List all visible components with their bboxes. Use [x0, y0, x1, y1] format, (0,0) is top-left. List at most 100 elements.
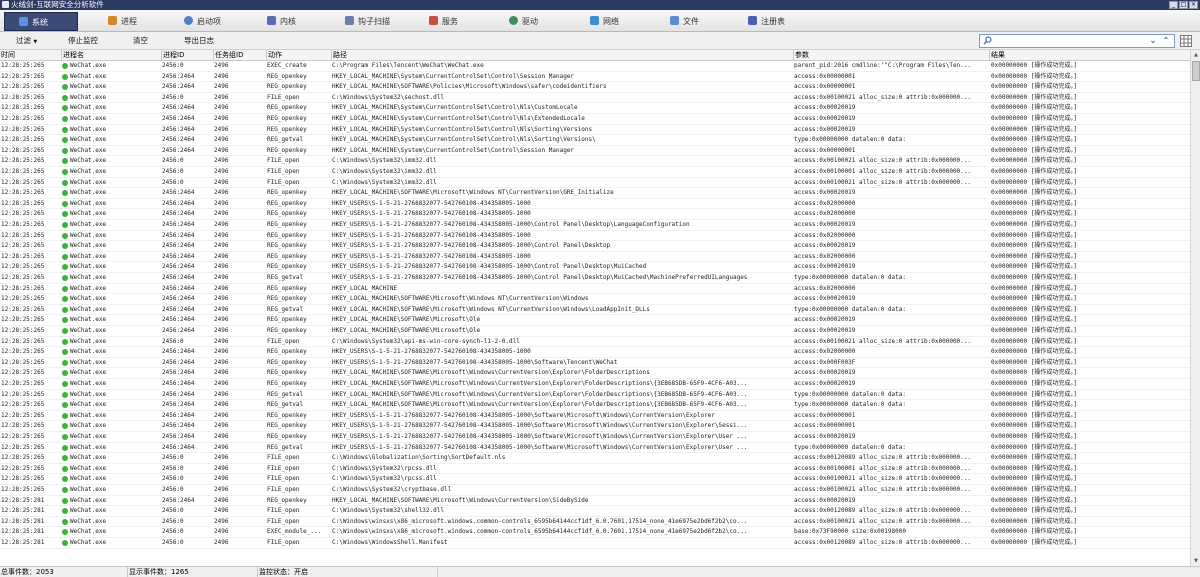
table-row[interactable]: 12:28:25:265 WeChat.exe 2456:2464 2496 REG_o… [0, 326, 1190, 337]
cell-task-group-id: 2496 [214, 83, 229, 91]
table-row[interactable]: 12:28:25:265 WeChat.exe 2456:2464 2496 REG_o… [0, 103, 1190, 114]
maximize-button[interactable]: □ [1179, 1, 1188, 9]
cell-process-id: 2456:2464 [162, 316, 195, 324]
filter-dropdown[interactable]: 过滤 ▼ [16, 32, 37, 50]
table-row[interactable]: 12:28:25:265 WeChat.exe 2456:2464 2496 REG_o… [0, 72, 1190, 83]
column-header-params[interactable]: 参数 [794, 50, 990, 61]
tab-driver[interactable]: 驱动 [509, 12, 587, 31]
table-row[interactable]: 12:28:25:265 WeChat.exe 2456:0 2496 FILE_ope… [0, 485, 1190, 496]
table-row[interactable]: 12:28:25:265 WeChat.exe 2456:2464 2496 REG_o… [0, 241, 1190, 252]
table-row[interactable]: 12:28:25:265 WeChat.exe 2456:2464 2496 REG_g… [0, 135, 1190, 146]
clear-button[interactable]: 清空 [133, 32, 148, 50]
cell-action: FILE_open [267, 454, 300, 462]
cell-task-group-id: 2496 [214, 433, 229, 440]
column-settings-icon[interactable] [1180, 35, 1192, 47]
cell-action: REG_openkey [267, 125, 307, 133]
table-row[interactable]: 12:28:25:265 WeChat.exe 2456:2464 2496 REG_o… [0, 315, 1190, 326]
table-row[interactable]: 12:28:25:265 WeChat.exe 2456:0 2496 FILE_ope… [0, 474, 1190, 485]
table-row[interactable]: 12:28:25:265 WeChat.exe 2456:2464 2496 REG_g… [0, 400, 1190, 411]
column-header-result[interactable]: 结果 [990, 50, 1190, 61]
table-row[interactable]: 12:28:25:265 WeChat.exe 2456:2464 2496 REG_g… [0, 390, 1190, 401]
table-row[interactable]: 12:28:25:265 WeChat.exe 2456:2464 2496 REG_o… [0, 347, 1190, 358]
table-row[interactable]: 12:28:25:281 WeChat.exe 2456:0 2496 FILE_ope… [0, 538, 1190, 549]
column-header-process-name[interactable]: 进程名 [62, 50, 162, 61]
search-input[interactable] [994, 36, 1124, 46]
table-row[interactable]: 12:28:25:265 WeChat.exe 2456:0 2496 FILE_ope… [0, 337, 1190, 348]
table-row[interactable]: 12:28:25:281 WeChat.exe 2456:0 2496 FILE_ope… [0, 517, 1190, 528]
table-row[interactable]: 12:28:25:265 WeChat.exe 2456:2464 2496 REG_g… [0, 305, 1190, 316]
tab-file[interactable]: 文件 [670, 12, 748, 31]
cell-action: REG_getval [267, 443, 304, 451]
cell-time: 12:28:25:265 [1, 475, 45, 483]
table-row[interactable]: 12:28:25:265 WeChat.exe 2456:2464 2496 REG_o… [0, 188, 1190, 199]
cell-process-id: 2456:0 [162, 168, 184, 175]
table-row[interactable]: 12:28:25:265 WeChat.exe 2456:0 2496 FILE_ope… [0, 167, 1190, 178]
table-row[interactable]: 12:28:25:265 WeChat.exe 2456:2464 2496 REG_o… [0, 252, 1190, 263]
table-row[interactable]: 12:28:25:265 WeChat.exe 2456:0 2496 FILE_ope… [0, 178, 1190, 189]
table-row[interactable]: 12:28:25:265 WeChat.exe 2456:0 2496 FILE_ope… [0, 93, 1190, 104]
vertical-scrollbar[interactable]: ▲ ▼ [1190, 50, 1200, 566]
table-row[interactable]: 12:28:25:265 WeChat.exe 2456:2464 2496 REG_o… [0, 262, 1190, 273]
table-row[interactable]: 12:28:25:265 WeChat.exe 2456:2464 2496 REG_o… [0, 284, 1190, 295]
tab-startup[interactable]: 启动项 [184, 12, 262, 31]
cell-process-id: 2456:2464 [162, 231, 195, 239]
cell-task-group-id: 2496 [214, 401, 229, 409]
search-up-button[interactable]: ⌃ [1161, 36, 1171, 46]
table-row[interactable]: 12:28:25:265 WeChat.exe 2456:2464 2496 REG_g… [0, 273, 1190, 284]
tab-kernel[interactable]: 内核 [267, 12, 345, 31]
table-row[interactable]: 12:28:25:265 WeChat.exe 2456:2464 2496 REG_o… [0, 220, 1190, 231]
minimize-button[interactable]: _ [1169, 1, 1178, 9]
column-header-time[interactable]: 时间 [0, 50, 62, 61]
close-button[interactable]: × [1189, 1, 1198, 9]
cell-task-group-id: 2496 [214, 189, 229, 197]
cell-path: HKEY_USERS\S-1-5-21-2768832077-542760108… [332, 422, 748, 430]
tab-system[interactable]: 系统 [4, 12, 78, 31]
cell-action: FILE_open [267, 486, 300, 493]
column-header-process-id[interactable]: 进程ID [162, 50, 214, 61]
table-row[interactable]: 12:28:25:281 WeChat.exe 2456:2464 2496 REG_o… [0, 496, 1190, 507]
table-row[interactable]: 12:28:25:265 WeChat.exe 2456:2464 2496 REG_o… [0, 294, 1190, 305]
scroll-up-icon[interactable]: ▲ [1191, 50, 1200, 60]
table-row[interactable]: 12:28:25:265 WeChat.exe 2456:2464 2496 REG_o… [0, 146, 1190, 157]
wechat-process-icon [62, 412, 68, 419]
table-row[interactable]: 12:28:25:265 WeChat.exe 2456:2464 2496 REG_o… [0, 199, 1190, 210]
table-row[interactable]: 12:28:25:265 WeChat.exe 2456:2464 2496 REG_o… [0, 125, 1190, 136]
table-row[interactable]: 12:28:25:265 WeChat.exe 2456:2464 2496 REG_o… [0, 231, 1190, 242]
cell-process-id: 2456:2464 [162, 390, 195, 398]
table-row[interactable]: 12:28:25:265 WeChat.exe 2456:2464 2496 REG_o… [0, 358, 1190, 369]
column-header-action[interactable]: 动作 [267, 50, 332, 61]
tab-hook-scan[interactable]: 钩子扫描 [345, 12, 423, 31]
table-row[interactable]: 12:28:25:265 WeChat.exe 2456:0 2496 FILE_ope… [0, 156, 1190, 167]
cell-action: REG_openkey [267, 252, 307, 260]
column-header-path[interactable]: 路径 [332, 50, 794, 61]
cell-path: HKEY_USERS\S-1-5-21-2768832077-542760108… [332, 358, 618, 366]
table-row[interactable]: 12:28:25:281 WeChat.exe 2456:0 2496 FILE_ope… [0, 506, 1190, 517]
table-row[interactable]: 12:28:25:281 WeChat.exe 2456:0 2496 EXEC_mod… [0, 527, 1190, 538]
tab-network[interactable]: 网络 [590, 12, 668, 31]
column-header-task-group-id[interactable]: 任务组ID [214, 50, 267, 61]
table-row[interactable]: 12:28:25:265 WeChat.exe 2456:0 2496 EXEC_cre… [0, 61, 1190, 72]
tab-process[interactable]: 进程 [108, 12, 186, 31]
table-row[interactable]: 12:28:25:265 WeChat.exe 2456:2464 2496 REG_o… [0, 82, 1190, 93]
cell-params: base:0x73F90000 size:0x00198000 [794, 528, 906, 536]
search-down-button[interactable]: ⌄ [1148, 36, 1158, 46]
export-log-button[interactable]: 导出日志 [184, 32, 214, 50]
table-row[interactable]: 12:28:25:265 WeChat.exe 2456:2464 2496 REG_o… [0, 411, 1190, 422]
table-row[interactable]: 12:28:25:265 WeChat.exe 2456:2464 2496 REG_o… [0, 368, 1190, 379]
table-row[interactable]: 12:28:25:265 WeChat.exe 2456:2464 2496 REG_g… [0, 443, 1190, 454]
table-row[interactable]: 12:28:25:265 WeChat.exe 2456:2464 2496 REG_o… [0, 209, 1190, 220]
cell-action: FILE_open [267, 464, 300, 472]
cell-params: access:0x02000000 [794, 348, 856, 356]
cell-path: C:\Windows\System32\api-ms-win-core-sync… [332, 337, 520, 345]
scroll-thumb[interactable] [1192, 61, 1200, 81]
table-row[interactable]: 12:28:25:265 WeChat.exe 2456:2464 2496 REG_o… [0, 379, 1190, 390]
tab-service[interactable]: 服务 [429, 12, 507, 31]
tab-registry[interactable]: 注册表 [748, 12, 826, 31]
table-row[interactable]: 12:28:25:265 WeChat.exe 2456:2464 2496 REG_o… [0, 432, 1190, 443]
table-row[interactable]: 12:28:25:265 WeChat.exe 2456:2464 2496 REG_o… [0, 114, 1190, 125]
stop-monitor-button[interactable]: 停止监控 [68, 32, 98, 50]
table-row[interactable]: 12:28:25:265 WeChat.exe 2456:2464 2496 REG_o… [0, 421, 1190, 432]
scroll-down-icon[interactable]: ▼ [1191, 556, 1200, 566]
table-row[interactable]: 12:28:25:265 WeChat.exe 2456:0 2496 FILE_ope… [0, 464, 1190, 475]
table-row[interactable]: 12:28:25:265 WeChat.exe 2456:0 2496 FILE_ope… [0, 453, 1190, 464]
